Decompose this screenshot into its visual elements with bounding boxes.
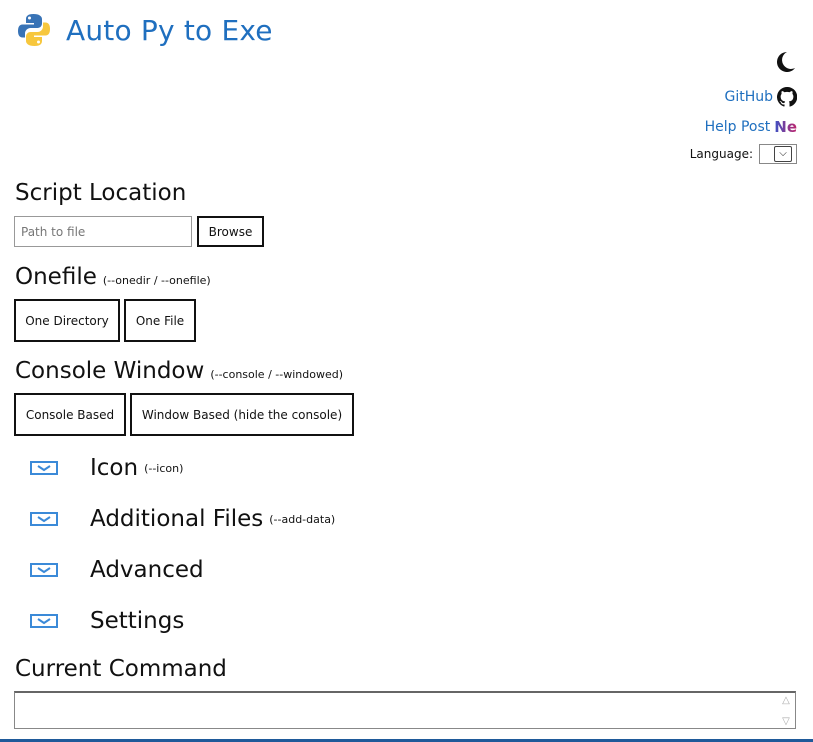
settings-title: Settings bbox=[90, 608, 185, 634]
onefile-section-title: Onefile (--onedir / --onefile) bbox=[15, 264, 211, 290]
python-logo-icon bbox=[18, 14, 50, 46]
chevron-down-icon: ⌵ bbox=[774, 146, 792, 162]
moon-icon[interactable] bbox=[773, 50, 797, 74]
one-file-button[interactable]: One File bbox=[124, 299, 196, 342]
scroll-up-icon[interactable]: △ bbox=[782, 695, 790, 706]
console-section-title: Console Window (--console / --windowed) bbox=[15, 358, 343, 384]
help-link-row: Help Post Ne bbox=[690, 116, 797, 138]
language-select[interactable]: ⌵ bbox=[759, 144, 797, 164]
chevron-down-icon bbox=[30, 512, 58, 526]
github-link[interactable]: GitHub bbox=[724, 89, 773, 105]
ne-badge-icon[interactable]: Ne bbox=[774, 118, 797, 136]
current-command-title: Current Command bbox=[15, 656, 227, 682]
onefile-flag: (--onedir / --onefile) bbox=[102, 274, 211, 287]
additional-files-flag: (--add-data) bbox=[269, 512, 336, 526]
chevron-down-icon bbox=[30, 614, 58, 628]
additional-files-title: Additional Files bbox=[90, 506, 264, 532]
github-icon[interactable] bbox=[777, 87, 797, 107]
advanced-title: Advanced bbox=[90, 557, 204, 583]
additional-files-section-header[interactable]: Additional Files (--add-data) bbox=[30, 506, 335, 532]
help-post-link[interactable]: Help Post bbox=[705, 119, 771, 135]
window-based-button[interactable]: Window Based (hide the console) bbox=[130, 393, 354, 436]
app-header: Auto Py to Exe bbox=[16, 10, 273, 50]
advanced-section-header[interactable]: Advanced bbox=[30, 557, 204, 583]
script-path-input[interactable] bbox=[14, 216, 192, 247]
icon-section-flag: (--icon) bbox=[144, 461, 184, 475]
chevron-down-icon bbox=[30, 563, 58, 577]
top-right-controls: GitHub Help Post Ne Language: ⌵ bbox=[690, 50, 797, 164]
browse-button[interactable]: Browse bbox=[197, 216, 264, 247]
icon-section-header[interactable]: Icon (--icon) bbox=[30, 455, 183, 481]
app-title: Auto Py to Exe bbox=[66, 13, 273, 47]
language-label: Language: bbox=[689, 147, 753, 161]
settings-section-header[interactable]: Settings bbox=[30, 608, 184, 634]
language-row: Language: ⌵ bbox=[690, 144, 797, 164]
scroll-down-icon[interactable]: ▽ bbox=[782, 716, 790, 727]
chevron-down-icon bbox=[30, 461, 58, 475]
script-location-title: Script Location bbox=[15, 180, 187, 206]
console-title: Console Window bbox=[15, 358, 205, 384]
github-link-row: GitHub bbox=[690, 86, 797, 108]
onefile-title: Onefile bbox=[15, 264, 97, 290]
console-based-button[interactable]: Console Based bbox=[14, 393, 126, 436]
textarea-scrollbar[interactable]: △ ▽ bbox=[779, 695, 793, 727]
icon-section-title: Icon bbox=[90, 455, 139, 481]
console-flag: (--console / --windowed) bbox=[210, 368, 343, 381]
current-command-textarea[interactable]: △ ▽ bbox=[14, 691, 796, 729]
one-directory-button[interactable]: One Directory bbox=[14, 299, 120, 342]
